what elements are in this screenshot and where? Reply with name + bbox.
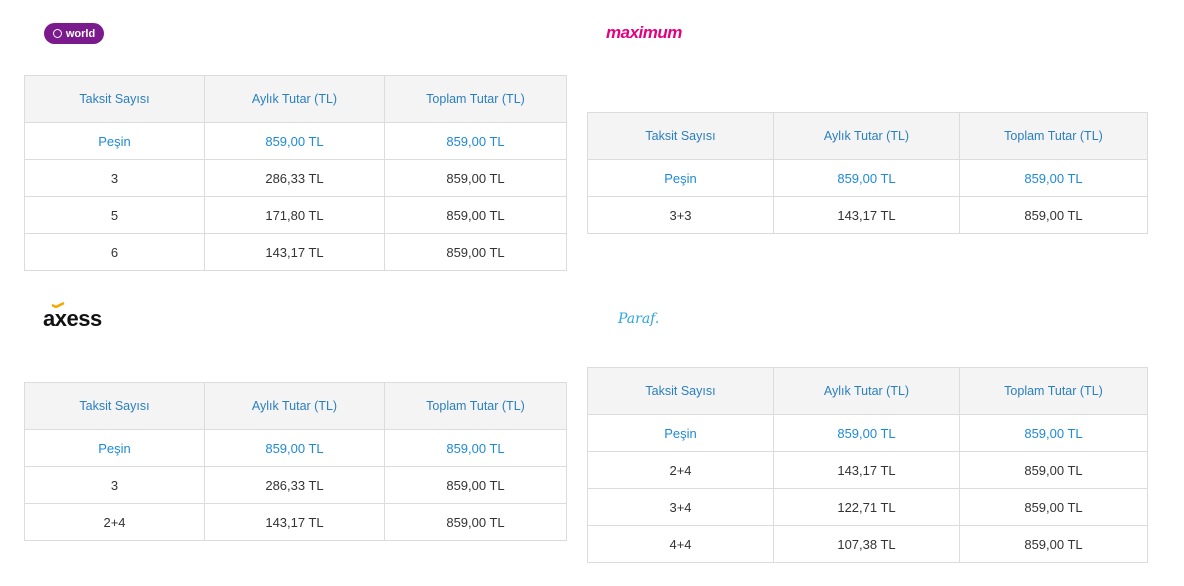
table-row: 2+4 143,17 TL 859,00 TL <box>24 503 567 541</box>
table-header-row: Taksit Sayısı Aylık Tutar (TL) Toplam Tuta… <box>24 382 567 430</box>
axess-logo: axess <box>43 302 102 332</box>
installment-count-cell: 5 <box>24 196 205 234</box>
installment-count-cell: 6 <box>24 233 205 271</box>
total-amount-cell: 859,00 TL <box>384 233 567 271</box>
installment-count-cell: Peşin <box>24 429 205 467</box>
axess-logo-text: axess <box>43 306 102 331</box>
total-amount-cell: 859,00 TL <box>959 196 1148 234</box>
world-installment-table: Taksit Sayısı Aylık Tutar (TL) Toplam Tuta… <box>24 75 567 271</box>
header-total-amount: Toplam Tutar (TL) <box>959 367 1148 415</box>
monthly-amount-cell: 859,00 TL <box>204 429 385 467</box>
globe-icon <box>52 29 62 38</box>
total-amount-cell: 859,00 TL <box>384 159 567 197</box>
total-amount-cell: 859,00 TL <box>384 196 567 234</box>
table-row: Peşin 859,00 TL 859,00 TL <box>587 414 1148 452</box>
total-amount-cell: 859,00 TL <box>384 466 567 504</box>
installment-count-cell: 4+4 <box>587 525 774 563</box>
monthly-amount-cell: 143,17 TL <box>204 233 385 271</box>
header-total-amount: Toplam Tutar (TL) <box>384 75 567 123</box>
header-total-amount: Toplam Tutar (TL) <box>384 382 567 430</box>
axess-installment-table: Taksit Sayısı Aylık Tutar (TL) Toplam Tuta… <box>24 382 567 541</box>
installment-count-cell: Peşin <box>24 122 205 160</box>
monthly-amount-cell: 286,33 TL <box>204 159 385 197</box>
table-row: Peşin 859,00 TL 859,00 TL <box>24 122 567 160</box>
monthly-amount-cell: 143,17 TL <box>204 503 385 541</box>
table-row: 3+3 143,17 TL 859,00 TL <box>587 196 1148 234</box>
world-logo-text: world <box>65 27 96 40</box>
header-installment-count: Taksit Sayısı <box>24 75 205 123</box>
monthly-amount-cell: 859,00 TL <box>773 414 960 452</box>
table-row: 3+4 122,71 TL 859,00 TL <box>587 488 1148 526</box>
total-amount-cell: 859,00 TL <box>959 159 1148 197</box>
table-row: Peşin 859,00 TL 859,00 TL <box>587 159 1148 197</box>
header-installment-count: Taksit Sayısı <box>587 112 774 160</box>
monthly-amount-cell: 107,38 TL <box>773 525 960 563</box>
installment-count-cell: 3 <box>24 466 205 504</box>
world-logo: world <box>44 23 104 44</box>
installment-count-cell: 2+4 <box>587 451 774 489</box>
total-amount-cell: 859,00 TL <box>384 429 567 467</box>
table-header-row: Taksit Sayısı Aylık Tutar (TL) Toplam Tuta… <box>24 75 567 123</box>
maximum-logo: maximum <box>606 23 682 42</box>
monthly-amount-cell: 171,80 TL <box>204 196 385 234</box>
header-monthly-amount: Aylık Tutar (TL) <box>204 75 385 123</box>
header-total-amount: Toplam Tutar (TL) <box>959 112 1148 160</box>
paraf-installment-table: Taksit Sayısı Aylık Tutar (TL) Toplam Tuta… <box>587 367 1148 563</box>
header-installment-count: Taksit Sayısı <box>587 367 774 415</box>
table-row: 5 171,80 TL 859,00 TL <box>24 196 567 234</box>
axess-tick-icon <box>51 302 65 308</box>
table-row: 4+4 107,38 TL 859,00 TL <box>587 525 1148 563</box>
installment-count-cell: Peşin <box>587 159 774 197</box>
total-amount-cell: 859,00 TL <box>959 451 1148 489</box>
header-monthly-amount: Aylık Tutar (TL) <box>773 112 960 160</box>
total-amount-cell: 859,00 TL <box>959 414 1148 452</box>
table-header-row: Taksit Sayısı Aylık Tutar (TL) Toplam Tuta… <box>587 367 1148 415</box>
header-monthly-amount: Aylık Tutar (TL) <box>773 367 960 415</box>
monthly-amount-cell: 143,17 TL <box>773 451 960 489</box>
table-row: 3 286,33 TL 859,00 TL <box>24 159 567 197</box>
monthly-amount-cell: 286,33 TL <box>204 466 385 504</box>
table-row: 2+4 143,17 TL 859,00 TL <box>587 451 1148 489</box>
installment-count-cell: 3 <box>24 159 205 197</box>
header-installment-count: Taksit Sayısı <box>24 382 205 430</box>
table-header-row: Taksit Sayısı Aylık Tutar (TL) Toplam Tuta… <box>587 112 1148 160</box>
maximum-installment-table: Taksit Sayısı Aylık Tutar (TL) Toplam Tuta… <box>587 112 1148 234</box>
table-row: 6 143,17 TL 859,00 TL <box>24 233 567 271</box>
monthly-amount-cell: 143,17 TL <box>773 196 960 234</box>
installment-count-cell: 3+3 <box>587 196 774 234</box>
monthly-amount-cell: 859,00 TL <box>773 159 960 197</box>
monthly-amount-cell: 859,00 TL <box>204 122 385 160</box>
installment-count-cell: 3+4 <box>587 488 774 526</box>
table-row: Peşin 859,00 TL 859,00 TL <box>24 429 567 467</box>
paraf-logo: Paraf. <box>618 311 660 327</box>
header-monthly-amount: Aylık Tutar (TL) <box>204 382 385 430</box>
installment-count-cell: 2+4 <box>24 503 205 541</box>
total-amount-cell: 859,00 TL <box>959 525 1148 563</box>
total-amount-cell: 859,00 TL <box>959 488 1148 526</box>
installment-count-cell: Peşin <box>587 414 774 452</box>
table-row: 3 286,33 TL 859,00 TL <box>24 466 567 504</box>
monthly-amount-cell: 122,71 TL <box>773 488 960 526</box>
total-amount-cell: 859,00 TL <box>384 122 567 160</box>
total-amount-cell: 859,00 TL <box>384 503 567 541</box>
